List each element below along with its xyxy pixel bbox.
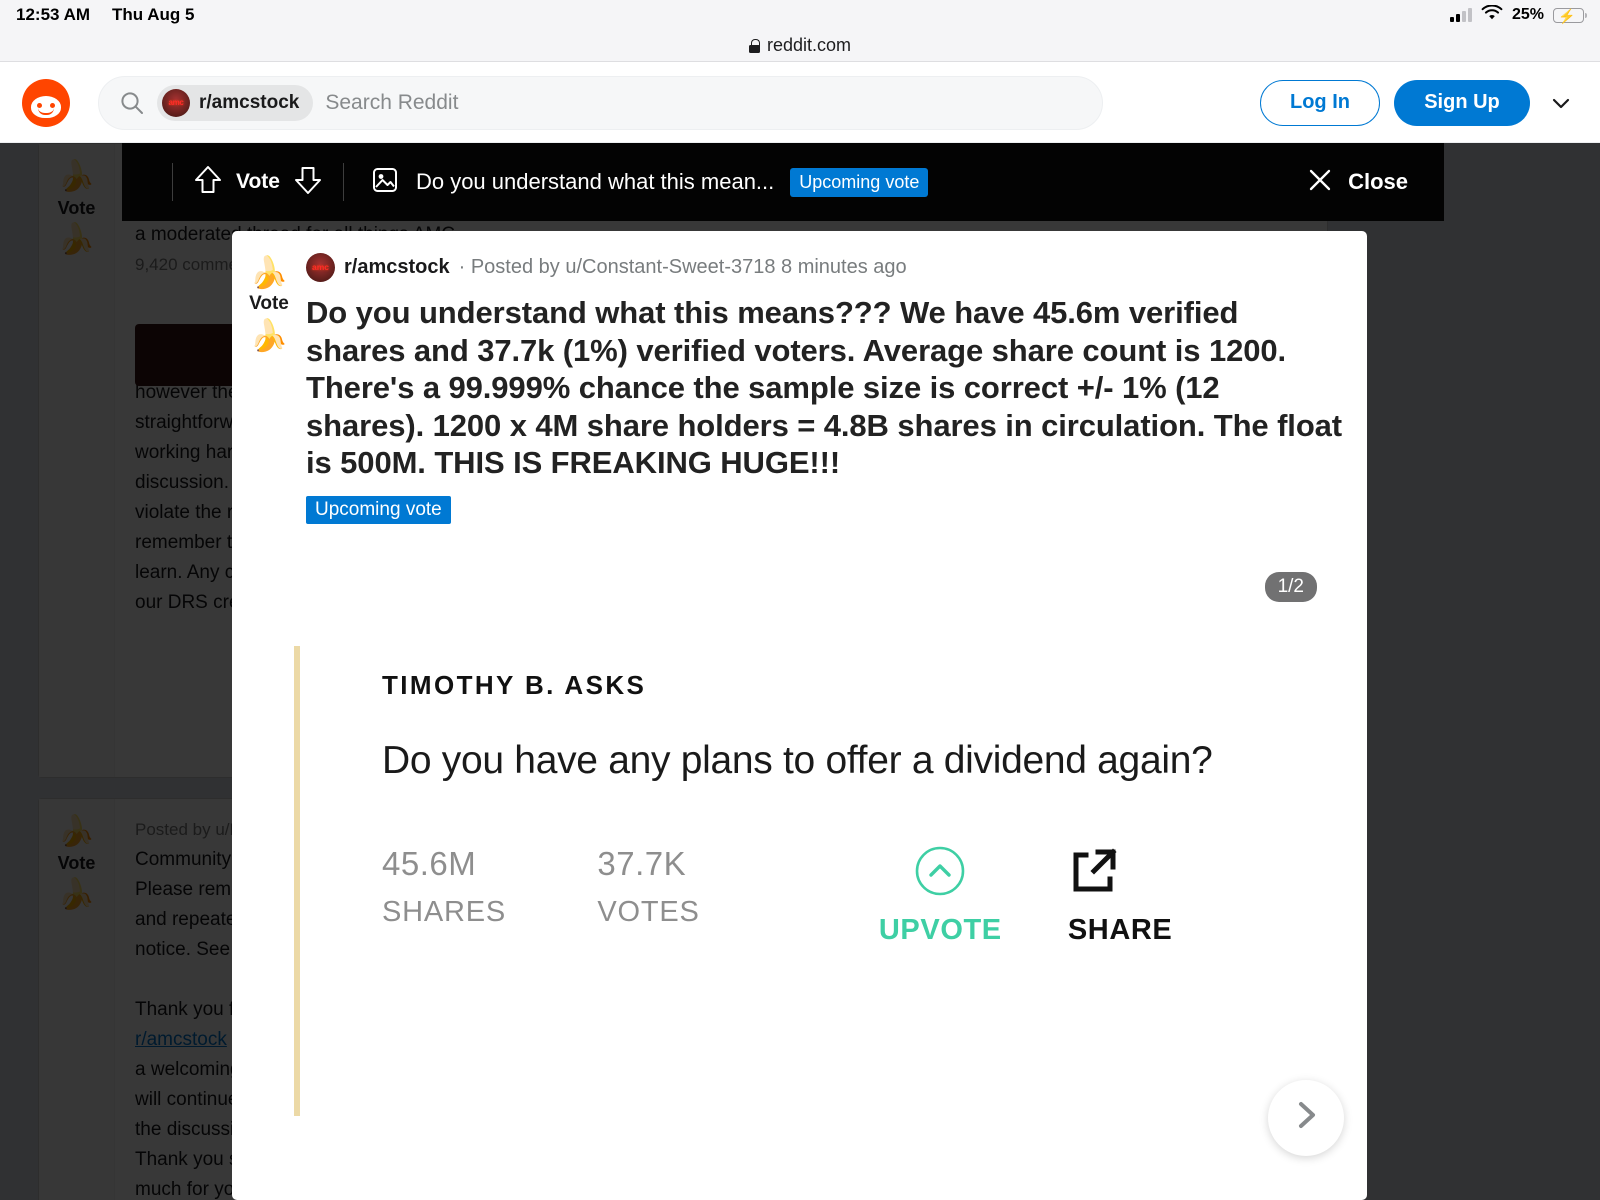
banana-icon[interactable]: 🍌 [250,257,289,288]
status-date: Thu Aug 5 [112,5,195,24]
close-icon [1305,165,1335,200]
search-placeholder: Search Reddit [325,90,459,114]
amc-avatar-icon: amc [162,88,190,117]
search-icon [119,90,145,116]
toolbar-vote-group: Vote [173,164,343,201]
post-meta-text: · Posted by u/Constant-Sweet-3718 8 minu… [458,256,907,278]
toolbar-post-title[interactable]: Do you understand what this mean... [416,169,774,195]
reddit-logo-icon[interactable] [22,78,70,127]
close-button[interactable]: Close [1305,165,1408,200]
post-flair-badge[interactable]: Upcoming vote [306,495,451,524]
toolbar-post-info: Do you understand what this mean... Upco… [344,165,929,200]
post-vote-label: Vote [249,293,289,314]
post-media-area: 1/2 TIMOTHY B. ASKS Do you have any plan… [232,553,1367,1194]
login-button[interactable]: Log In [1260,79,1380,126]
stat-value: 45.6M [382,844,477,882]
close-label: Close [1348,169,1408,194]
amc-avatar-text: amc [168,97,184,107]
share-button[interactable]: SHARE [1068,845,1304,947]
toolbar-vote-label: Vote [236,170,280,193]
slide-content: TIMOTHY B. ASKS Do you have any plans to… [382,670,1304,947]
stat-label: VOTES [597,895,700,928]
status-bar: 12:53 AM Thu Aug 5 25% ⚡ [0,0,1600,30]
banana-peel-icon[interactable]: 🍌 [250,320,289,351]
post-main: amc r/amcstock · Posted by u/Constant-Sw… [306,253,1367,524]
lightbox-post-card: 🍌 Vote 🍌 amc r/amcstock · Posted by u/Co… [232,231,1367,1200]
image-icon [370,165,400,200]
reddit-header: amc r/amcstock Search Reddit Log In Sign… [0,63,1600,143]
status-bar-right: 25% ⚡ [1449,4,1587,26]
chevron-right-icon [1288,1097,1324,1138]
search-subreddit-chip[interactable]: amc r/amcstock [157,84,314,121]
chevron-down-icon[interactable] [1544,86,1578,120]
header-actions: Log In Sign Up [1260,79,1578,126]
lightbox-toolbar: Vote Do you understand what this mean...… [122,143,1444,221]
stat-label: SHARES [382,895,507,928]
post-meta: amc r/amcstock · Posted by u/Constant-Sw… [306,253,1345,282]
image-counter-badge: 1/2 [1264,571,1317,602]
post-title[interactable]: Do you understand what this means??? We … [306,294,1345,482]
upvote-button[interactable]: UPVOTE [813,845,1068,947]
stat-votes: 37.7K VOTES [597,845,812,929]
cellular-signal-icon [1449,7,1472,22]
slide-question: Do you have any plans to offer a dividen… [382,738,1213,782]
amc-avatar-text: amc [311,262,329,273]
url-text: reddit.com [766,35,852,55]
lock-icon [748,38,760,53]
slide-image[interactable]: TIMOTHY B. ASKS Do you have any plans to… [294,645,1344,1156]
share-external-icon [1068,845,1122,902]
status-time: 12:53 AM [16,5,91,24]
upvote-label: UPVOTE [878,913,1002,946]
subreddit-avatar-icon: amc [306,253,335,282]
stat-shares: 45.6M SHARES [382,845,597,929]
quote-accent-bar [294,645,300,1116]
post-flair-row: Upcoming vote [306,495,1345,524]
search-input[interactable]: amc r/amcstock Search Reddit [98,75,1103,130]
upvote-arrow-icon[interactable] [193,164,223,201]
post-header: 🍌 Vote 🍌 amc r/amcstock · Posted by u/Co… [232,231,1367,524]
subreddit-link[interactable]: r/amcstock [344,256,450,279]
slide-kicker: TIMOTHY B. ASKS [382,669,647,700]
next-image-button[interactable] [1268,1079,1344,1156]
slide-stats-row: 45.6M SHARES 37.7K VOTES UPVOTE SHARE [382,845,1304,947]
stat-value: 37.7K [597,844,687,882]
wifi-icon [1481,4,1503,26]
post-vote-column: 🍌 Vote 🍌 [232,253,306,351]
status-bar-left: 12:53 AM Thu Aug 5 [16,5,194,25]
signup-button[interactable]: Sign Up [1394,79,1530,126]
battery-percent: 25% [1511,6,1544,23]
battery-charging-icon: ⚡ [1553,7,1587,24]
share-label: SHARE [1067,913,1173,946]
browser-url-bar[interactable]: reddit.com [0,30,1600,62]
search-chip-label: r/amcstock [199,91,300,113]
downvote-arrow-icon[interactable] [293,164,323,201]
upvote-circle-icon [914,845,966,902]
image-lightbox: Vote Do you understand what this mean...… [122,143,1444,1200]
toolbar-flair-badge[interactable]: Upcoming vote [790,167,929,197]
